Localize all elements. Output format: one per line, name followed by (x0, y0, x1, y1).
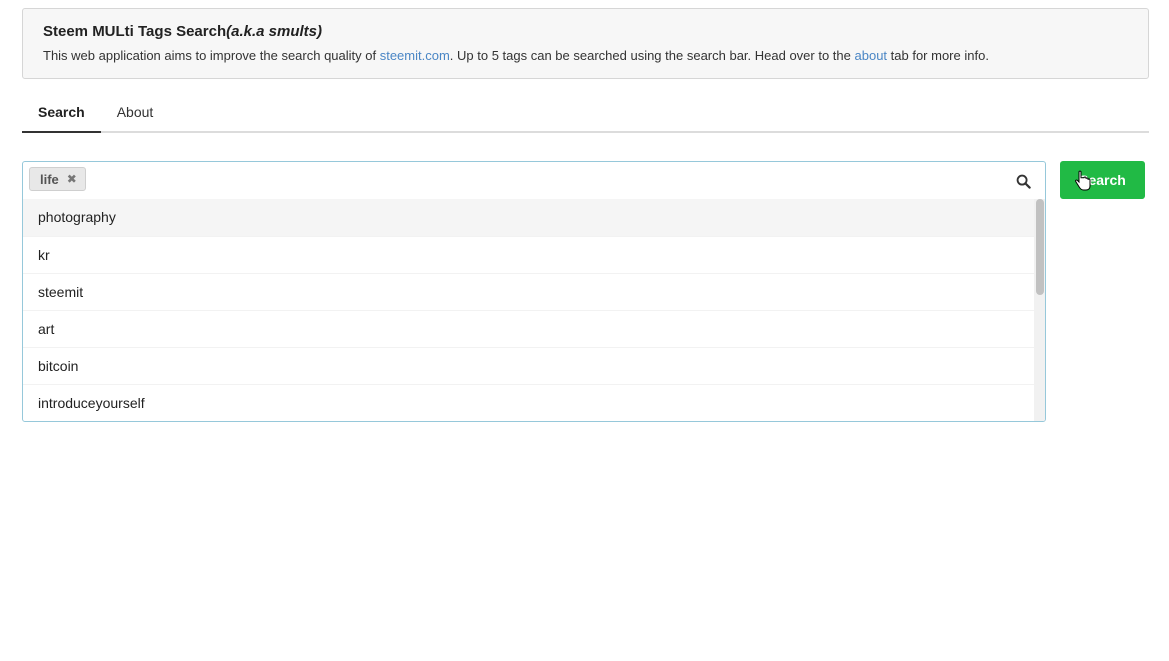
search-icon (1016, 174, 1031, 189)
close-icon[interactable]: ✖ (67, 172, 77, 186)
search-button[interactable]: Search (1060, 161, 1145, 199)
description-text-1: This web application aims to improve the… (43, 48, 380, 63)
steemit-link[interactable]: steemit.com (380, 48, 450, 63)
tag-chip-label: life (40, 171, 59, 187)
suggestion-item[interactable]: introduceyourself (23, 384, 1035, 421)
info-panel: Steem MULti Tags Search(a.k.a smults) Th… (22, 8, 1149, 79)
tag-search-input[interactable]: life ✖ (23, 162, 1045, 199)
suggestion-item[interactable]: kr (23, 236, 1035, 273)
suggestion-item[interactable]: art (23, 310, 1035, 347)
tab-about[interactable]: About (101, 94, 170, 133)
tab-bar: Search About (22, 94, 1149, 133)
app-title-aka: (a.k.a smults) (226, 23, 322, 40)
scrollbar-thumb[interactable] (1036, 199, 1044, 295)
tag-chip: life ✖ (29, 167, 86, 191)
dropdown-scrollbar[interactable] (1034, 199, 1045, 421)
tab-search[interactable]: Search (22, 94, 101, 133)
app-description: This web application aims to improve the… (43, 47, 1128, 65)
suggestion-item[interactable]: steemit (23, 273, 1035, 310)
suggestion-list: photography kr steemit art bitcoin intro… (23, 199, 1035, 421)
suggestion-item[interactable]: photography (23, 199, 1035, 236)
description-text-2: . Up to 5 tags can be searched using the… (449, 48, 855, 63)
app-title-text: Steem MULti Tags Search (43, 23, 227, 40)
about-link[interactable]: about (855, 48, 888, 63)
tag-search-dropdown[interactable]: life ✖ photography kr steemit art bitcoi… (22, 161, 1046, 422)
app-title: Steem MULti Tags Search(a.k.a smults) (43, 23, 1128, 41)
description-text-3: tab for more info. (887, 48, 989, 63)
suggestion-item[interactable]: bitcoin (23, 347, 1035, 384)
